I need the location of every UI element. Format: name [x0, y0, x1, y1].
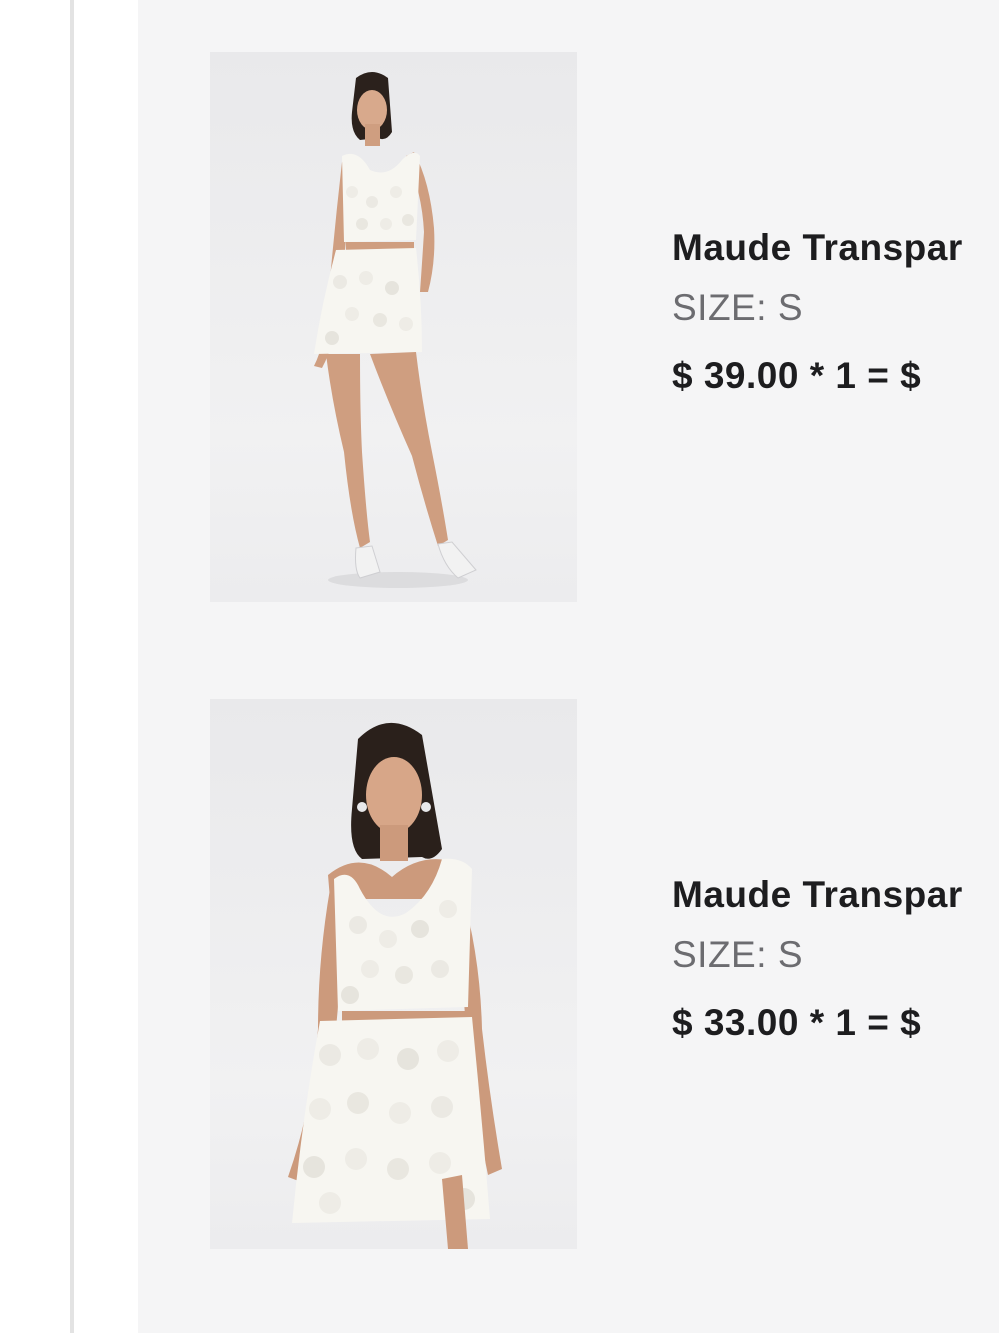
size-label: SIZE:	[672, 287, 768, 328]
size-line: SIZE: S	[672, 285, 999, 331]
cart-item-list: Maude Transpar SIZE: S $ 39.00 * 1 = $ M…	[138, 0, 999, 1333]
price-calculation: $ 39.00 * 1 = $	[672, 355, 922, 396]
product-photo-model-three-quarter-icon	[288, 722, 502, 1249]
cart-item: Maude Transpar SIZE: S $ 39.00 * 1 = $	[138, 52, 999, 604]
cart-item-details: Maude Transpar SIZE: S $ 33.00 * 1 = $	[672, 871, 999, 1046]
product-title[interactable]: Maude Transpar	[672, 224, 999, 272]
size-line: SIZE: S	[672, 932, 999, 978]
left-divider-rail	[70, 0, 74, 1333]
size-value: S	[777, 934, 803, 975]
size-value: S	[777, 287, 803, 328]
product-thumbnail[interactable]	[210, 699, 577, 1249]
product-thumbnail[interactable]	[210, 52, 577, 602]
size-label: SIZE:	[672, 934, 768, 975]
cart-item: Maude Transpar SIZE: S $ 33.00 * 1 = $	[138, 699, 999, 1251]
cart-item-details: Maude Transpar SIZE: S $ 39.00 * 1 = $	[672, 224, 999, 399]
product-title[interactable]: Maude Transpar	[672, 871, 999, 919]
price-calculation: $ 33.00 * 1 = $	[672, 1002, 922, 1043]
product-photo-model-full-length-icon	[314, 72, 477, 588]
